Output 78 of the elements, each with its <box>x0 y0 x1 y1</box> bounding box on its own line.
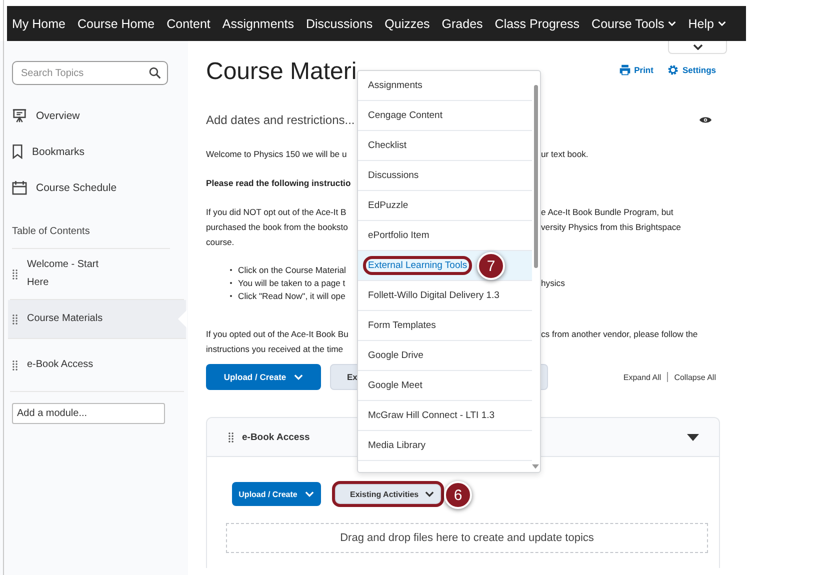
paragraph-text: If you did NOT opt out of the Ace-It B <box>206 206 346 216</box>
sidebar-link[interactable]: Overview <box>36 110 80 122</box>
paragraph-text: Click on the Course Material <box>238 264 346 274</box>
existing-activities-button[interactable]: Existing Activities <box>335 484 441 504</box>
menu-item[interactable]: EdPuzzle <box>358 191 532 221</box>
expand-button[interactable] <box>668 41 727 54</box>
menu-item[interactable]: McGraw Hill Connect - LTI 1.3 <box>358 401 532 431</box>
drag-handle-icon <box>228 432 234 442</box>
chevron-down-icon <box>305 491 314 497</box>
paragraph-text: hysics <box>541 278 565 288</box>
paragraph-text: Click "Read Now", it will ope <box>238 290 346 300</box>
nav-link[interactable]: Quizzes <box>384 16 430 30</box>
paragraph-text: e Ace-It Book Bundle Program, but <box>541 206 674 216</box>
print-link[interactable]: Print <box>619 64 654 76</box>
section-heading: Table of Contents <box>12 226 170 249</box>
add-module-field[interactable]: Add a module... <box>12 403 165 424</box>
menu-item[interactable]: Discussions <box>358 161 532 191</box>
menu-item[interactable]: External Learning Tools 7 <box>358 251 532 281</box>
paragraph-text: Welcome to Physics 150 we will be u <box>206 148 347 158</box>
drag-handle-icon <box>12 268 18 280</box>
nav-link[interactable]: Assignments <box>222 16 294 30</box>
paragraph-text: ur text book. <box>541 148 588 158</box>
nav-link[interactable]: Class Progress <box>494 16 580 30</box>
paragraph-text: versity Physics from this Brightspace <box>541 222 681 232</box>
scroll-down-icon[interactable] <box>532 464 539 469</box>
menu-item[interactable]: Checklist <box>358 131 532 161</box>
chevron-down-icon <box>294 374 304 380</box>
bookmark-icon <box>12 144 23 159</box>
search-field[interactable]: Search Topics <box>12 61 168 85</box>
presentation-icon <box>12 108 27 123</box>
search-icon <box>149 67 161 79</box>
settings-link[interactable]: Settings <box>667 64 716 76</box>
chevron-down-icon <box>718 21 726 26</box>
menu-item[interactable]: Google Drive <box>358 341 532 371</box>
caret-down-icon[interactable] <box>687 434 699 440</box>
menu-item[interactable]: Media Library <box>358 431 532 461</box>
upload-create-button[interactable]: Upload / Create <box>206 364 321 390</box>
nav-link[interactable]: Course Tools <box>592 16 676 30</box>
drag-handle-icon <box>12 314 18 324</box>
collapse-all-link[interactable]: Collapse All <box>674 372 716 382</box>
paragraph-text: course. <box>206 236 234 246</box>
sidebar-link[interactable]: Course Schedule <box>36 182 117 194</box>
chevron-down-icon <box>692 44 702 50</box>
sidebar-link[interactable]: Bookmarks <box>32 146 85 158</box>
module-item[interactable]: e-Book Access <box>10 339 184 392</box>
calendar-icon <box>12 180 27 195</box>
drag-handle-icon <box>12 360 18 370</box>
expand-all-link[interactable]: Expand All <box>623 372 662 382</box>
drop-zone[interactable]: Drag and drop files here to create and update topics <box>226 523 708 553</box>
paragraph-text: Please read the following instructio <box>206 178 351 188</box>
step-badge: 6 <box>444 481 472 509</box>
module-title: e-Book Access <box>242 432 310 442</box>
upload-create-button[interactable]: Upload / Create <box>232 482 321 506</box>
paragraph-text: cs from another vendor, please follow the <box>541 328 698 338</box>
paragraph-text: You will be taken to a page t <box>238 278 346 288</box>
nav-link[interactable]: Discussions <box>306 16 373 30</box>
chevron-down-icon <box>668 21 676 26</box>
eye-icon[interactable] <box>699 116 712 124</box>
nav-link[interactable]: My Home <box>12 16 66 30</box>
module-item[interactable]: Course Materials <box>8 300 186 339</box>
printer-icon <box>619 64 632 76</box>
paragraph-text: purchased the book from the booksto <box>206 222 348 232</box>
nav-link[interactable]: Course Home <box>77 16 155 30</box>
page-title: Course Materi <box>206 58 357 86</box>
menu-item[interactable]: Form Templates <box>358 311 532 341</box>
paragraph-text: If you opted out of the Ace-It Book Bu <box>206 328 348 338</box>
nav-link[interactable]: Help <box>688 16 726 30</box>
menu-item[interactable]: Google Meet <box>358 371 532 401</box>
gear-icon <box>667 64 680 76</box>
nav-link[interactable]: Grades <box>442 16 483 30</box>
step-badge: 7 <box>477 252 505 280</box>
add-dates-link[interactable]: Add dates and restrictions... <box>206 113 355 127</box>
menu-item[interactable]: Assignments <box>358 71 532 101</box>
menu-item[interactable]: Follett-Willo Digital Delivery 1.3 <box>358 281 532 311</box>
paragraph-text: instructions you received at the time <box>206 344 344 354</box>
nav-link[interactable]: Content <box>166 16 210 30</box>
chevron-down-icon <box>424 491 434 497</box>
menu-item[interactable]: Cengage Content <box>358 101 532 131</box>
